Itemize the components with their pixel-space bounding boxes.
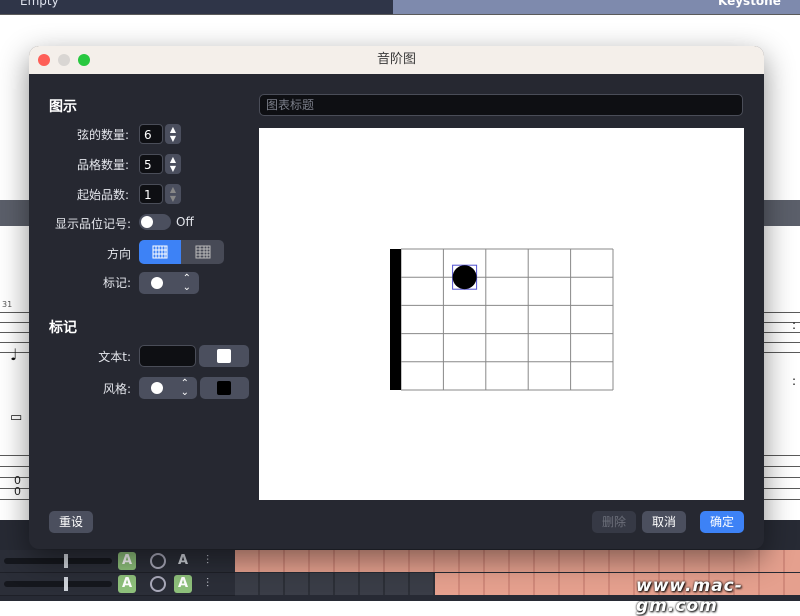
show-fret-toggle[interactable]	[139, 214, 171, 230]
orientation-label: 方向	[106, 247, 131, 261]
tab-number: 0	[14, 485, 21, 498]
rest-icon: ▭	[10, 410, 23, 425]
delete-button[interactable]: 删除	[592, 511, 636, 533]
white-swatch	[217, 349, 231, 363]
frets-label: 品格数量:	[76, 158, 129, 172]
background-region-label-right: Keystone	[718, 0, 781, 8]
style-color-swatch-button[interactable]	[200, 377, 249, 399]
chevron-updown-icon: ⌃ ⌄	[180, 378, 189, 398]
marker-label: 标记:	[102, 276, 131, 290]
strings-stepper[interactable]: ▲ ▼	[165, 124, 181, 144]
title-bar: 音阶图	[29, 46, 764, 74]
background-top-bar: Empty Keystone	[0, 0, 800, 14]
orientation-horizontal-option[interactable]	[182, 240, 224, 264]
repeat-dots-icon: :	[792, 318, 797, 332]
cancel-button[interactable]: 取消	[642, 511, 686, 533]
start-fret-label: 起始品数:	[76, 188, 129, 202]
automation-button[interactable]: A	[174, 552, 192, 570]
pan-knob[interactable]	[150, 576, 166, 592]
frets-field[interactable]: 5	[139, 154, 163, 174]
start-fret-stepper[interactable]: ▲ ▼	[165, 184, 181, 204]
start-fret-field[interactable]: 1	[139, 184, 163, 204]
automation-button[interactable]: A	[118, 575, 136, 593]
fretboard-diagram[interactable]	[259, 128, 744, 500]
orientation-vertical-option[interactable]	[139, 240, 181, 264]
text-color-swatch-button[interactable]	[199, 345, 249, 367]
chevron-updown-icon: ⌃ ⌄	[182, 273, 191, 293]
orientation-segmented-control	[139, 240, 224, 264]
horizontal-grid-icon	[195, 245, 211, 259]
repeat-dots-icon: :	[792, 374, 797, 388]
circle-icon	[151, 277, 163, 289]
watermark: www.mac-gm.com	[636, 576, 743, 616]
diagram-section-heading: 图示	[49, 99, 77, 115]
track-header: A A ⫶	[0, 573, 235, 596]
mixer-icon[interactable]: ⫶	[206, 576, 209, 591]
volume-slider[interactable]	[4, 554, 112, 568]
black-swatch	[217, 381, 231, 395]
style-label: 风格:	[102, 382, 131, 396]
show-fret-state: Off	[176, 215, 194, 229]
text-color-label: 文本t:	[98, 350, 131, 364]
marker-shape-popup[interactable]: ⌃ ⌄	[139, 272, 199, 294]
measure-number: 31	[2, 300, 13, 309]
strings-label: 弦的数量:	[76, 128, 129, 142]
pan-knob[interactable]	[150, 553, 166, 569]
text-color-well[interactable]	[139, 345, 196, 367]
track-header: A A ⫶	[0, 550, 235, 573]
window-title: 音阶图	[376, 52, 416, 67]
nut-bar	[390, 249, 401, 390]
mixer-icon[interactable]: ⫶	[206, 553, 209, 568]
volume-slider[interactable]	[4, 577, 112, 591]
finger-dot	[452, 265, 477, 290]
circle-icon	[151, 382, 163, 394]
chord-diagram-dialog: 音阶图 图示 弦的数量: 6 ▲ ▼ 品格数量: 5 ▲ ▼ 起始品数: 1 ▲ ▼ …	[29, 46, 764, 549]
diagram-preview[interactable]	[259, 128, 744, 500]
ok-button[interactable]: 确定	[700, 511, 744, 533]
reset-button[interactable]: 重设	[49, 511, 93, 533]
score-line	[0, 14, 800, 15]
automation-button[interactable]: A	[174, 575, 192, 593]
music-note-icon: ♩	[10, 345, 18, 364]
vertical-grid-icon	[152, 245, 168, 259]
frets-stepper[interactable]: ▲ ▼	[165, 154, 181, 174]
background-region-label: Empty	[20, 0, 59, 8]
strings-field[interactable]: 6	[139, 124, 163, 144]
show-fret-label: 显示品位记号:	[54, 217, 131, 231]
marker-style-popup[interactable]: ⌃ ⌄	[139, 377, 197, 399]
chart-title-input[interactable]: 图表标题	[259, 94, 743, 116]
marker-section-heading: 标记	[49, 320, 77, 336]
track-region-grid[interactable]	[235, 550, 800, 572]
automation-button[interactable]: A	[118, 552, 136, 570]
